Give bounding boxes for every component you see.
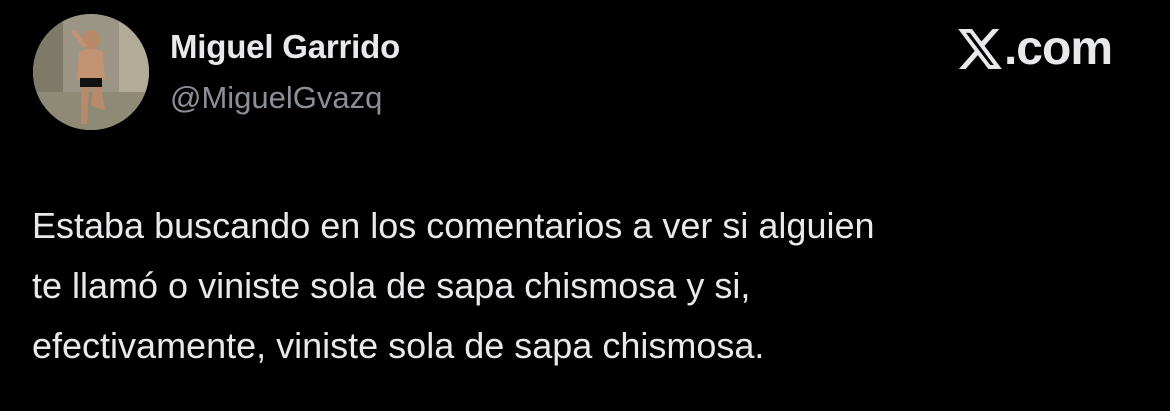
source-domain: .com	[1003, 22, 1113, 75]
avatar-photo	[33, 14, 149, 130]
tweet-card: Miguel Garrido @MiguelGvazq .com Estaba …	[0, 0, 1170, 411]
tweet-text-line: te llamó o viniste sola de sapa chismosa…	[32, 265, 751, 306]
source-logo: .com	[958, 22, 1113, 75]
tweet-text-line: efectivamente, viniste sola de sapa chis…	[32, 325, 765, 366]
x-logo-icon	[958, 29, 1002, 69]
author-display-name[interactable]: Miguel Garrido	[170, 28, 400, 66]
tweet-text: Estaba buscando en los comentarios a ver…	[32, 196, 1132, 376]
author-handle[interactable]: @MiguelGvazq	[170, 80, 382, 116]
avatar[interactable]	[33, 14, 149, 130]
tweet-text-line: Estaba buscando en los comentarios a ver…	[32, 205, 875, 246]
